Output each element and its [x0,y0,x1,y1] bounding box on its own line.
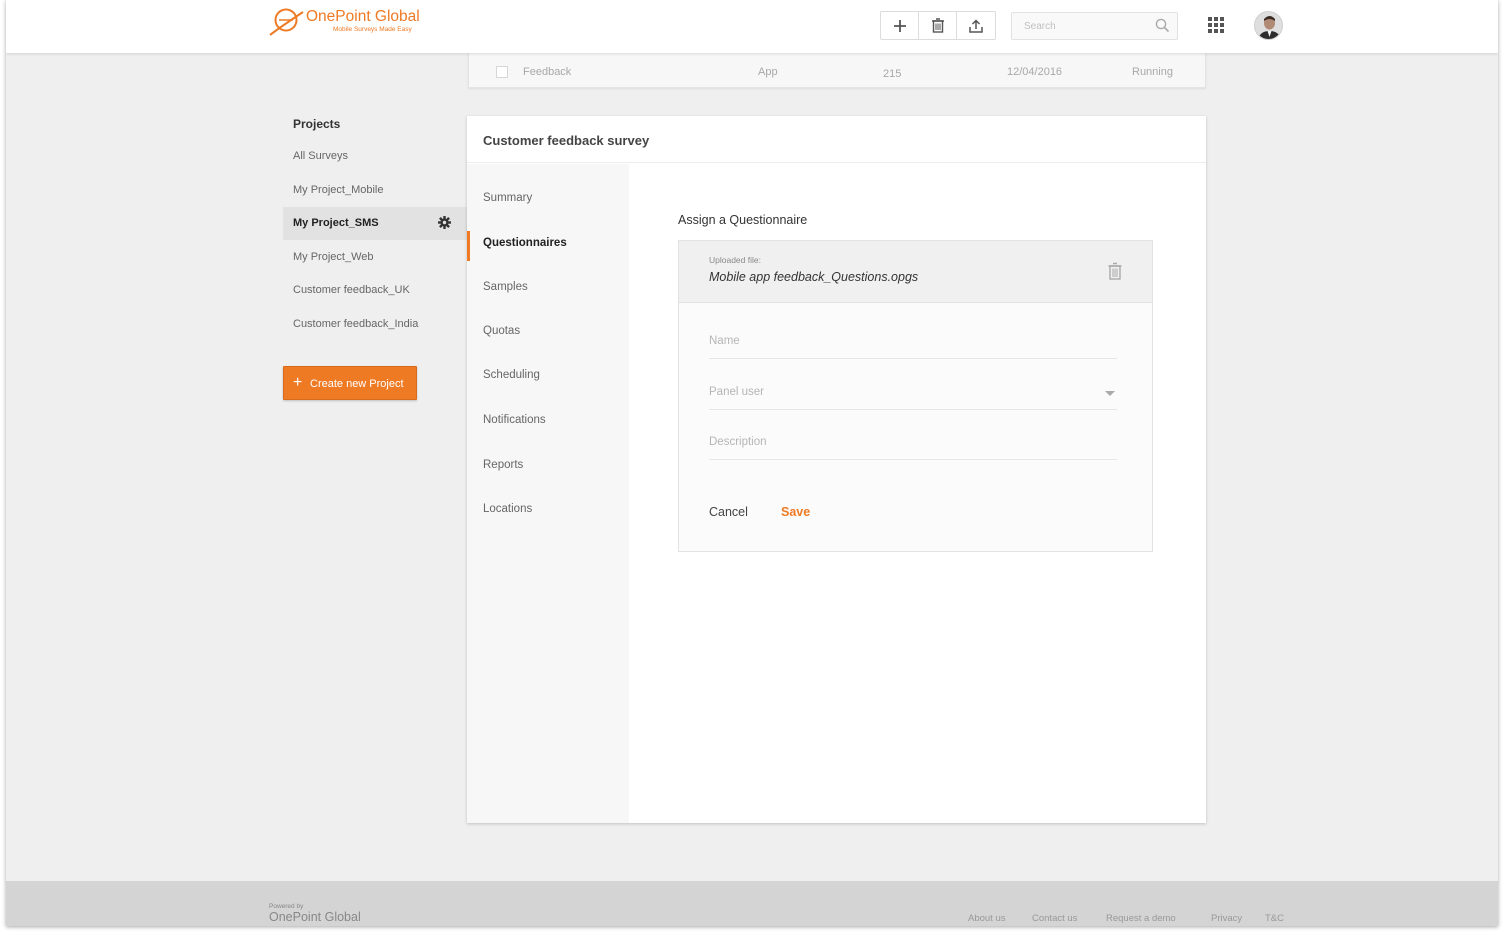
gear-icon[interactable] [438,216,451,229]
tab-label: Scheduling [483,369,540,381]
sidebar-item-customer-feedback-india[interactable]: Customer feedback_India [283,308,467,341]
tab-questionnaires[interactable]: Questionnaires [467,225,629,263]
add-button[interactable] [881,12,919,39]
tab-label: Questionnaires [483,237,567,249]
tab-notifications[interactable]: Notifications [467,402,629,440]
survey-tabs: Summary Questionnaires Samples Quotas Sc… [467,164,629,823]
tab-label: Samples [483,281,528,293]
brand-logo-mark-icon [269,8,304,36]
row-count: 215 [883,68,902,80]
sidebar-item-my-project-mobile[interactable]: My Project_Mobile [283,174,467,207]
uploaded-file-label: Uploaded file: [709,255,761,265]
projects-heading: Projects [293,117,341,131]
footer-link-terms[interactable]: T&C [1265,913,1284,924]
panel-header: Customer feedback survey [467,116,1206,163]
create-project-button[interactable]: + Create new Project [283,366,417,400]
tab-label: Reports [483,459,524,471]
footer-link-privacy[interactable]: Privacy [1211,913,1242,924]
tab-scheduling[interactable]: Scheduling [467,357,629,395]
chevron-down-icon[interactable] [1105,391,1115,396]
footer-link-demo[interactable]: Request a demo [1106,913,1176,924]
tab-label: Summary [483,192,533,204]
plus-icon: + [293,374,303,391]
plus-icon [893,19,906,32]
row-checkbox[interactable] [496,66,508,78]
section-title: Assign a Questionnaire [678,213,808,227]
footer-link-contact[interactable]: Contact us [1032,913,1077,924]
row-type: App [758,66,778,78]
survey-detail-panel: Customer feedback survey Summary Questio… [467,116,1206,823]
panel-user-select[interactable] [709,374,1117,410]
sidebar-item-my-project-sms[interactable]: My Project_SMS [283,207,467,240]
name-input[interactable] [709,331,1089,351]
user-avatar[interactable] [1254,11,1283,40]
search-input[interactable] [1012,13,1148,39]
sidebar-item-my-project-web[interactable]: My Project_Web [283,241,467,274]
save-button[interactable]: Save [781,505,810,519]
upload-icon [969,18,983,33]
row-status: Running [1132,66,1173,78]
tab-locations[interactable]: Locations [467,491,629,529]
background-survey-row: Feedback App 215 12/04/2016 Running [468,53,1206,88]
sidebar-item-label: All Surveys [293,150,349,162]
description-field[interactable] [709,424,1117,460]
top-header: OnePoint Global Mobile Surveys Made Easy [6,0,1498,53]
row-date: 12/04/2016 [1007,66,1063,78]
page-title: Customer feedback survey [483,133,650,148]
tab-quotas[interactable]: Quotas [467,313,629,351]
brand-name: OnePoint Global [306,8,420,25]
footer-brand: OnePoint Global [269,910,361,924]
sidebar-item-label: Customer feedback_UK [293,284,410,296]
sidebar-item-label: My Project_Mobile [293,184,384,196]
sidebar-item-label: My Project_Web [293,251,374,263]
trash-icon[interactable] [1108,262,1122,280]
name-field[interactable] [709,323,1117,359]
sidebar-item-label: My Project_SMS [293,217,379,229]
tab-reports[interactable]: Reports [467,447,629,485]
action-toolbar [880,11,996,40]
brand-tagline: Mobile Surveys Made Easy [333,26,412,33]
panel-user-input[interactable] [709,382,1089,402]
tab-label: Notifications [483,414,546,426]
assign-questionnaire-card: Uploaded file: Mobile app feedback_Quest… [678,240,1153,552]
trash-icon [931,18,944,33]
tab-summary[interactable]: Summary [467,180,629,218]
sidebar-item-customer-feedback-uk[interactable]: Customer feedback_UK [283,274,467,307]
uploaded-file-box: Uploaded file: Mobile app feedback_Quest… [679,241,1152,303]
brand-logo[interactable]: OnePoint Global Mobile Surveys Made Easy [269,6,429,38]
user-photo-icon [1255,12,1282,39]
tab-samples[interactable]: Samples [467,269,629,307]
upload-button[interactable] [957,12,995,39]
search-box [1011,12,1178,40]
cancel-button[interactable]: Cancel [709,505,748,519]
sidebar-item-label: Customer feedback_India [293,318,419,330]
sidebar-item-all-surveys[interactable]: All Surveys [283,140,467,173]
powered-by-label: Powered by [269,903,304,910]
app-window: OnePoint Global Mobile Surveys Made Easy [6,0,1498,926]
tab-label: Locations [483,503,533,515]
page-footer: Powered by OnePoint Global About us Cont… [6,881,1498,926]
description-input[interactable] [709,432,1089,452]
create-project-label: Create new Project [310,378,404,390]
delete-button[interactable] [919,12,957,39]
tab-label: Quotas [483,325,521,337]
row-name: Feedback [523,66,572,78]
uploaded-file-name: Mobile app feedback_Questions.opgs [709,270,919,284]
footer-link-about[interactable]: About us [968,913,1006,924]
apps-grid-icon[interactable] [1208,17,1224,33]
search-icon[interactable] [1155,18,1170,33]
